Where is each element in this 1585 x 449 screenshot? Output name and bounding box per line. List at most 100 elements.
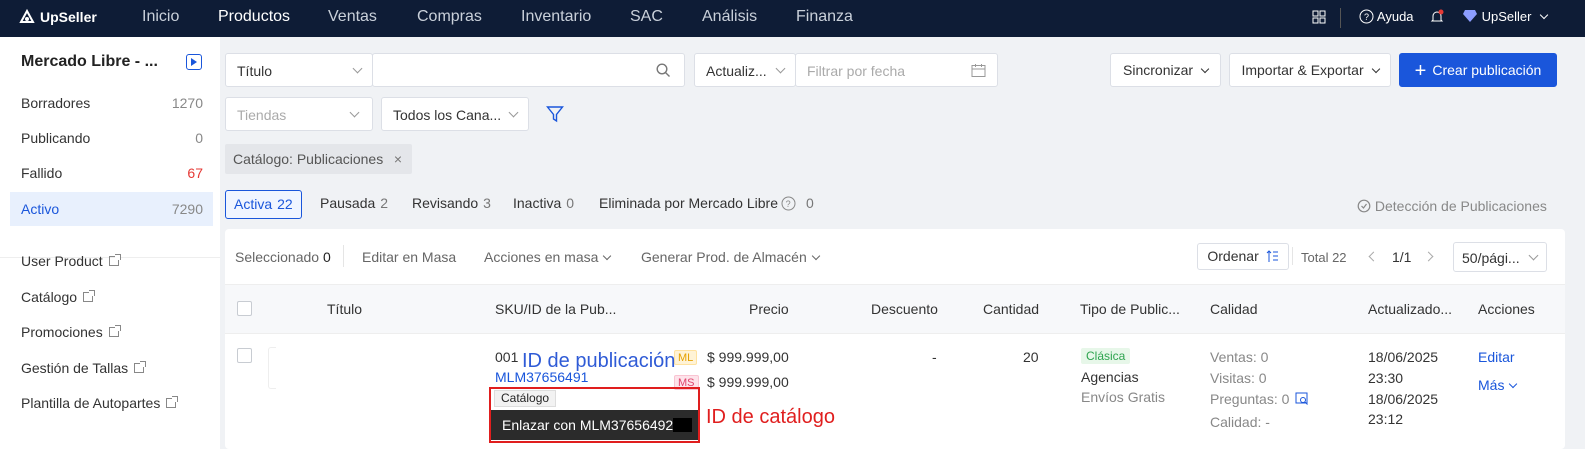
row-updated-time-2: 23:12: [1368, 411, 1404, 427]
sidebar-link-label: User Product: [21, 253, 103, 269]
more-label: Más: [1478, 377, 1505, 393]
svg-text:?: ?: [1364, 12, 1369, 22]
sidebar-link-label: Catálogo: [21, 289, 78, 305]
product-thumbnail[interactable]: [268, 347, 276, 389]
tab-activa[interactable]: Activa 22: [225, 190, 302, 219]
questions-icon[interactable]: [1295, 392, 1309, 406]
sync-button-label: Sincronizar: [1123, 62, 1194, 78]
nav-inventario[interactable]: Inventario: [521, 8, 591, 26]
generate-warehouse-dropdown[interactable]: Generar Prod. de Almacén: [641, 249, 821, 265]
sync-button[interactable]: Sincronizar: [1110, 53, 1221, 87]
sidebar-item-label: Borradores: [21, 95, 91, 111]
search-input[interactable]: [372, 53, 685, 87]
listing-detection-link[interactable]: Detección de Publicaciones: [1357, 198, 1547, 214]
search-icon[interactable]: [656, 63, 671, 78]
col-tipo: Tipo de Public...: [1080, 301, 1180, 317]
tab-revisando[interactable]: Revisando 3: [412, 190, 491, 219]
create-listing-button[interactable]: + Crear publicación: [1399, 53, 1557, 87]
search-field-select[interactable]: Título: [225, 53, 373, 87]
external-link-icon: [83, 290, 96, 302]
tab-label: Pausada: [320, 195, 376, 211]
bulk-edit-button[interactable]: Editar en Masa: [362, 249, 456, 265]
sidebar-link-user-product[interactable]: User Product: [21, 253, 121, 269]
generate-label: Generar Prod. de Almacén: [641, 249, 807, 265]
toolbar-divider: [343, 245, 344, 267]
row-visits: Visitas: 0: [1210, 370, 1267, 386]
sidebar-link-catalogo[interactable]: Catálogo: [21, 289, 96, 305]
row-checkbox[interactable]: [237, 348, 252, 363]
chevron-down-icon: [1371, 64, 1380, 74]
import-export-button[interactable]: Importar & Exportar: [1229, 53, 1391, 87]
account-menu[interactable]: UpSeller: [1462, 9, 1549, 24]
nav-ventas[interactable]: Ventas: [328, 8, 377, 26]
tab-count: 0: [566, 195, 575, 211]
date-type-select[interactable]: Actualiz...: [694, 53, 796, 87]
more-dropdown[interactable]: Más: [1478, 377, 1518, 393]
nav-finanza[interactable]: Finanza: [796, 8, 853, 26]
brand-name: UpSeller: [40, 9, 97, 25]
catalog-label: Catálogo: [494, 390, 557, 407]
sidebar-link-plantilla-autopartes[interactable]: Plantilla de Autopartes: [21, 395, 179, 411]
stores-select[interactable]: Tiendas: [225, 97, 373, 131]
sidebar-link-label: Gestión de Tallas: [21, 360, 129, 376]
channels-select[interactable]: Todos los Cana...: [381, 97, 529, 131]
date-filter-placeholder: Filtrar por fecha: [807, 63, 906, 79]
page-size-select[interactable]: 50/pági...: [1453, 242, 1547, 272]
sidebar-item-count: 7290: [171, 201, 203, 217]
prev-page-icon[interactable]: [1368, 251, 1379, 262]
sidebar-item-count: 67: [187, 165, 203, 181]
sidebar-link-promociones[interactable]: Promociones: [21, 324, 121, 340]
date-filter-input[interactable]: Filtrar por fecha: [795, 53, 998, 87]
page-indicator: 1/1: [1392, 249, 1412, 265]
apps-grid-icon[interactable]: [1312, 10, 1326, 27]
tab-eliminada[interactable]: Eliminada por Mercado Libre? 0: [599, 190, 814, 219]
bulk-actions-dropdown[interactable]: Acciones en masa: [484, 249, 612, 265]
tab-inactiva[interactable]: Inactiva 0: [513, 190, 574, 219]
sidebar-item-publicando[interactable]: Publicando 0: [10, 121, 213, 155]
close-icon[interactable]: ×: [394, 144, 402, 174]
sidebar-item-fallido[interactable]: Fallido 67: [10, 156, 213, 190]
sidebar-item-borradores[interactable]: Borradores 1270: [10, 86, 213, 120]
sidebar-link-label: Promociones: [21, 324, 103, 340]
nav-compras[interactable]: Compras: [417, 8, 482, 26]
calendar-icon[interactable]: [971, 63, 986, 78]
active-filter-tag: Catálogo: Publicaciones ×: [225, 144, 412, 174]
sidebar-item-activo[interactable]: Activo 7290: [10, 192, 213, 226]
chevron-down-icon: [508, 107, 519, 118]
topbar-divider: [1340, 8, 1341, 28]
select-all-checkbox[interactable]: [237, 301, 252, 316]
nav-productos[interactable]: Productos: [218, 8, 290, 26]
nav-analisis[interactable]: Análisis: [702, 8, 757, 26]
sort-button[interactable]: Ordenar: [1197, 243, 1289, 270]
bulk-actions-label: Acciones en masa: [484, 249, 599, 265]
detection-icon: [1357, 199, 1371, 213]
chevron-down-icon: [811, 251, 821, 261]
row-discount: -: [932, 349, 937, 365]
edit-link[interactable]: Editar: [1478, 349, 1515, 365]
listings-panel: Seleccionado 0 Editar en Masa Acciones e…: [225, 229, 1565, 449]
tab-count: 2: [380, 195, 389, 211]
toolbar-divider: [1292, 247, 1293, 265]
next-page-icon[interactable]: [1423, 251, 1434, 262]
link-catalog-button[interactable]: Enlazar con MLM37656492: [491, 410, 698, 440]
nav-sac[interactable]: SAC: [630, 8, 663, 26]
tab-label: Eliminada por Mercado Libre: [599, 195, 778, 211]
help-icon[interactable]: ?: [781, 196, 796, 211]
external-link-icon: [108, 254, 121, 266]
filter-icon[interactable]: [546, 105, 564, 123]
play-icon[interactable]: [186, 54, 202, 70]
svg-text:?: ?: [786, 199, 791, 209]
col-titulo: Título: [327, 301, 363, 317]
col-acciones: Acciones: [1478, 301, 1535, 317]
create-listing-label: Crear publicación: [1432, 62, 1542, 78]
notification-bell-icon[interactable]: [1430, 9, 1444, 28]
page-size-value: 50/pági...: [1462, 250, 1520, 266]
store-name[interactable]: Mercado Libre - ...: [21, 53, 158, 71]
nav-inicio[interactable]: Inicio: [142, 8, 179, 26]
row-updated-date-2: 18/06/2025: [1368, 391, 1439, 407]
tab-pausada[interactable]: Pausada 2: [320, 190, 388, 219]
tab-label: Activa: [234, 196, 273, 212]
help-link[interactable]: ? Ayuda: [1359, 9, 1414, 24]
brand-logo[interactable]: UpSeller: [18, 8, 97, 26]
sidebar-link-gestion-tallas[interactable]: Gestión de Tallas: [21, 360, 147, 376]
